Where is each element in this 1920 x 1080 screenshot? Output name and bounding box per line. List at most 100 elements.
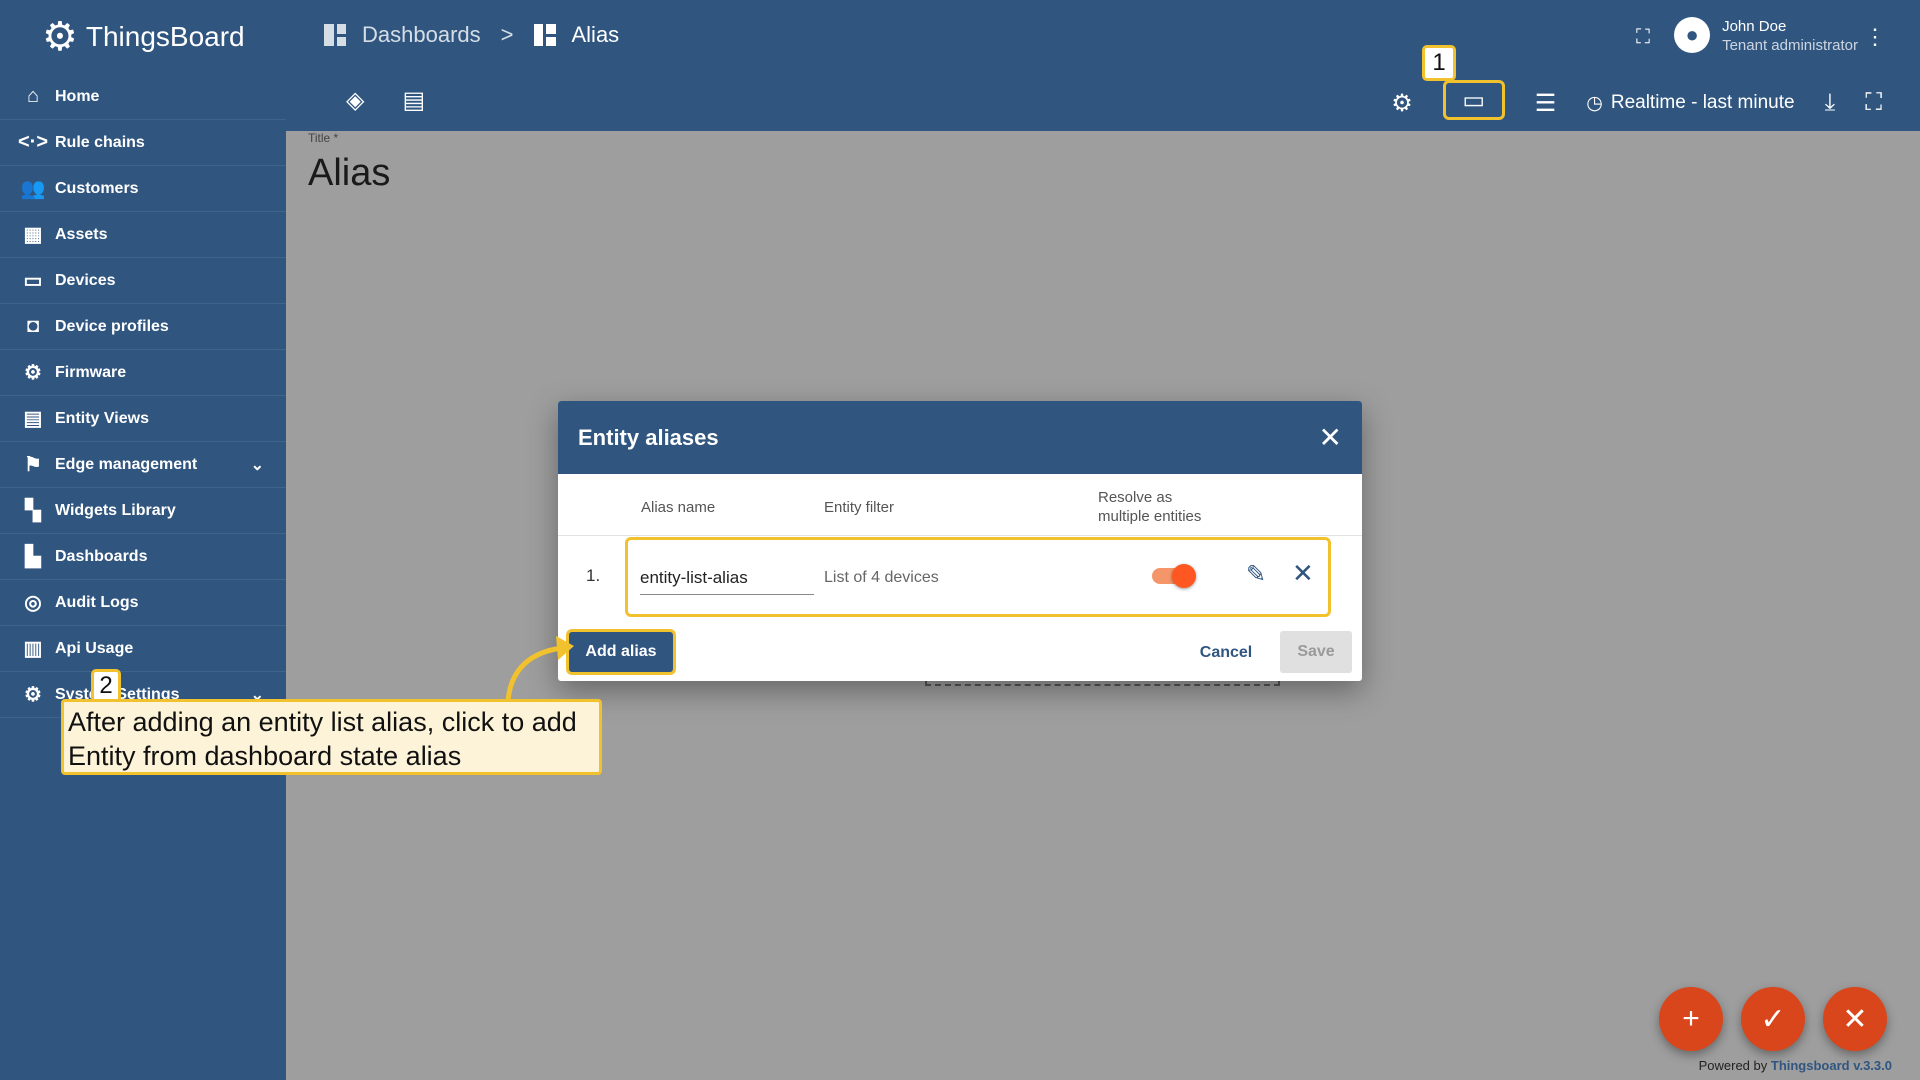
sidebar-item-label: Dashboards — [55, 547, 148, 565]
sidebar-item-widgets-library[interactable]: ▚ Widgets Library — [0, 488, 286, 534]
decline-changes-button[interactable]: ✕ — [1823, 987, 1887, 1051]
download-icon[interactable]: ⤓ — [1825, 89, 1836, 117]
cancel-button[interactable]: Cancel — [1186, 633, 1266, 673]
breadcrumb-separator: > — [500, 22, 514, 47]
callout-text: After adding an entity list alias, click… — [61, 699, 602, 775]
sidebar-item-rule-chains[interactable]: <·> Rule chains — [0, 120, 286, 166]
row-index: 1. — [586, 566, 601, 585]
sidebar-item-dashboards[interactable]: ▙ Dashboards — [0, 534, 286, 580]
device-profile-icon: ◘ — [26, 315, 40, 337]
entity-aliases-dialog: Entity aliases ✕ Alias name Entity filte… — [558, 401, 1362, 681]
domain-icon: ▦ — [23, 224, 43, 246]
sidebar-item-assets[interactable]: ▦ Assets — [0, 212, 286, 258]
layout-icon[interactable]: ▤ — [402, 86, 425, 115]
dialog-header: Entity aliases ✕ — [558, 401, 1362, 474]
fullscreen-icon[interactable]: ⛶ — [1636, 26, 1650, 49]
column-entity-filter: Entity filter — [824, 499, 895, 516]
dashboard-toolbar-right: ⚙ ▭ ☰ ◷ Realtime - last minute ⤓ ⛶ — [1391, 80, 1882, 120]
sidebar-item-device-profiles[interactable]: ◘ Device profiles — [0, 304, 286, 350]
dashboard-icon — [533, 24, 556, 46]
sidebar-item-label: Device profiles — [55, 317, 169, 335]
sidebar: ⚙ ThingsBoard ⌂ Home <·> Rule chains 👥 Custom… — [0, 0, 286, 1080]
column-resolve-multiple: Resolve as multiple entities — [1098, 488, 1201, 526]
sidebar-item-label: Firmware — [55, 363, 127, 381]
check-icon: ✓ — [1760, 1002, 1786, 1036]
sidebar-item-audit-logs[interactable]: ◎ Audit Logs — [0, 580, 286, 626]
sidebar-item-label: Audit Logs — [55, 593, 139, 611]
filter-list-icon[interactable]: ☰ — [1535, 89, 1557, 118]
insert-chart-icon: ▥ — [23, 638, 43, 660]
user-role: Tenant administrator — [1722, 37, 1858, 54]
app-logo[interactable]: ⚙ ThingsBoard — [0, 0, 286, 74]
more-vert-icon[interactable]: ⋮ — [1864, 24, 1886, 50]
router-icon: ⚑ — [24, 454, 42, 476]
clock-icon: ◷ — [1586, 92, 1603, 114]
widgets-icon: ▚ — [25, 500, 41, 522]
breadcrumb: Dashboards > Alias — [324, 22, 619, 48]
callout-arrow — [505, 636, 574, 703]
toggle-knob — [1172, 564, 1196, 588]
dashboard-icon — [324, 24, 346, 46]
sidebar-item-label: Devices — [55, 271, 116, 289]
column-resolve-line1: Resolve as — [1098, 489, 1173, 506]
sidebar-item-home[interactable]: ⌂ Home — [0, 74, 286, 120]
user-menu[interactable]: ● John Doe Tenant administrator — [1674, 16, 1858, 54]
edit-icon[interactable]: ✎ — [1246, 560, 1266, 589]
app-name: ThingsBoard — [85, 21, 245, 52]
remove-icon[interactable]: ✕ — [1292, 558, 1314, 589]
top-bar: Dashboards > Alias ⛶ ● John Doe Tenant a… — [286, 0, 1920, 131]
devices-other-icon: ▭ — [1462, 86, 1486, 114]
track-changes-icon: ◎ — [24, 592, 42, 614]
dashboard-icon: ▙ — [25, 546, 41, 568]
thingsboard-logo-icon: ⚙ — [42, 15, 78, 59]
sidebar-item-label: Assets — [55, 225, 108, 243]
column-resolve-line2: multiple entities — [1098, 508, 1202, 525]
save-button[interactable]: Save — [1280, 631, 1352, 673]
sidebar-item-label: Entity Views — [55, 409, 149, 427]
sidebar-item-devices[interactable]: ▭ Devices — [0, 258, 286, 304]
sidebar-item-api-usage[interactable]: ▥ Api Usage — [0, 626, 286, 672]
sidebar-item-entity-views[interactable]: ▤ Entity Views — [0, 396, 286, 442]
breadcrumb-alias: Alias — [571, 22, 620, 47]
close-icon[interactable]: ✕ — [1319, 421, 1342, 454]
add-alias-button[interactable]: Add alias — [566, 629, 676, 675]
settings-icon[interactable]: ⚙ — [1391, 89, 1413, 118]
breadcrumb-dashboards[interactable]: Dashboards — [362, 22, 481, 48]
account-circle-icon: ● — [1674, 17, 1711, 53]
timewindow-button[interactable]: ◷ Realtime - last minute — [1586, 92, 1794, 115]
title-field-label: Title * — [308, 131, 339, 145]
timewindow-label: Realtime - last minute — [1610, 92, 1795, 113]
dialog-title: Entity aliases — [578, 424, 719, 450]
chevron-down-icon[interactable]: ⌄ — [251, 455, 264, 475]
sidebar-item-label: Customers — [55, 179, 139, 197]
callout-badge-1: 1 — [1422, 45, 1456, 81]
powered-by: Powered by Thingsboard v.3.3.0 — [1699, 1058, 1892, 1073]
sidebar-item-label: Edge management — [55, 455, 198, 473]
sidebar-item-label: Api Usage — [55, 639, 134, 657]
people-icon: 👥 — [20, 178, 46, 200]
entity-aliases-button[interactable]: ▭ — [1442, 80, 1505, 120]
column-alias-name: Alias name — [641, 499, 716, 516]
home-icon: ⌂ — [26, 85, 40, 107]
view-icon: ▤ — [23, 408, 43, 430]
dashboard-toolbar-left: ◈ ▤ — [346, 86, 425, 115]
fullscreen-icon[interactable]: ⛶ — [1865, 89, 1882, 117]
sidebar-item-label: Rule chains — [55, 133, 145, 151]
sidebar-item-customers[interactable]: 👥 Customers — [0, 166, 286, 212]
add-widget-button[interactable]: + — [1659, 987, 1723, 1051]
settings-icon: ⚙ — [24, 684, 42, 706]
layers-icon[interactable]: ◈ — [346, 86, 364, 115]
add-icon: + — [1682, 1002, 1700, 1035]
user-name: John Doe — [1722, 18, 1787, 35]
apply-changes-button[interactable]: ✓ — [1741, 987, 1805, 1051]
devices-icon: ▭ — [23, 270, 43, 292]
resolve-multiple-toggle[interactable] — [1152, 564, 1196, 588]
powered-brand[interactable]: Thingsboard v.3.3.0 — [1771, 1058, 1892, 1073]
alias-name-input[interactable] — [640, 561, 814, 595]
sidebar-item-edge-management[interactable]: ⚑ Edge management ⌄ — [0, 442, 286, 488]
close-icon: ✕ — [1842, 1002, 1868, 1036]
dashboard-title[interactable]: Alias — [308, 152, 390, 195]
code-icon: <·> — [17, 131, 49, 153]
sidebar-item-firmware[interactable]: ⚙ Firmware — [0, 350, 286, 396]
chip-icon: ⚙ — [24, 362, 42, 384]
